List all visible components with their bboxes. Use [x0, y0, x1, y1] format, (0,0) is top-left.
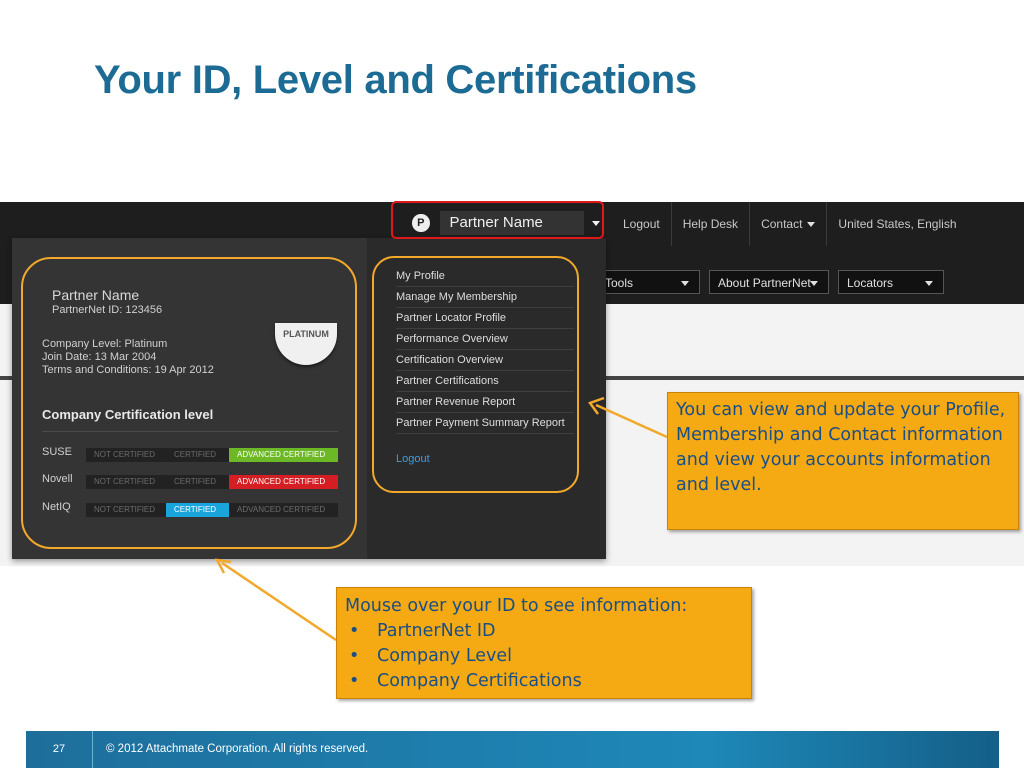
contact-label: Contact [761, 217, 803, 231]
language-selector[interactable]: United States, English [826, 202, 967, 246]
callout-heading: Mouse over your ID to see information: [345, 596, 688, 616]
about-partnernet-button[interactable]: About PartnerNet [709, 270, 829, 294]
locators-menu-button[interactable]: Locators [838, 270, 944, 294]
highlight-frame [391, 201, 604, 239]
profile-annotation-frame [21, 257, 357, 549]
mouse-over-callout: Mouse over your ID to see information: P… [336, 587, 752, 699]
contact-menu[interactable]: Contact [749, 202, 826, 246]
top-nav: Logout Help Desk Contact United States, … [612, 202, 968, 246]
slide-footer: 27 © 2012 Attachmate Corporation. All ri… [26, 731, 999, 768]
slide-title: Your ID, Level and Certifications [94, 58, 697, 102]
tools-label: Tools [605, 276, 634, 290]
help-desk-link[interactable]: Help Desk [670, 202, 749, 246]
chevron-down-icon [807, 222, 816, 228]
menu-annotation-frame [372, 256, 579, 493]
callout-bullet-list: PartnerNet ID Company Level Company Cert… [345, 619, 743, 694]
callout-bullet: Company Level [345, 644, 743, 669]
profile-callout: You can view and update your Profile, Me… [667, 392, 1019, 530]
page-number: 27 [26, 731, 93, 768]
about-partnernet-label: About PartnerNet [718, 276, 811, 290]
callout-bullet: Company Certifications [345, 669, 743, 694]
callout-bullet: PartnerNet ID [345, 619, 743, 644]
tools-menu-button[interactable]: Tools [598, 270, 700, 294]
locators-label: Locators [847, 276, 894, 290]
chevron-down-icon [925, 281, 933, 286]
copyright: © 2012 Attachmate Corporation. All right… [106, 743, 369, 755]
logout-link[interactable]: Logout [612, 202, 671, 246]
chevron-down-icon [810, 281, 818, 286]
arrow-to-profile [221, 561, 337, 642]
chevron-down-icon [681, 281, 689, 286]
